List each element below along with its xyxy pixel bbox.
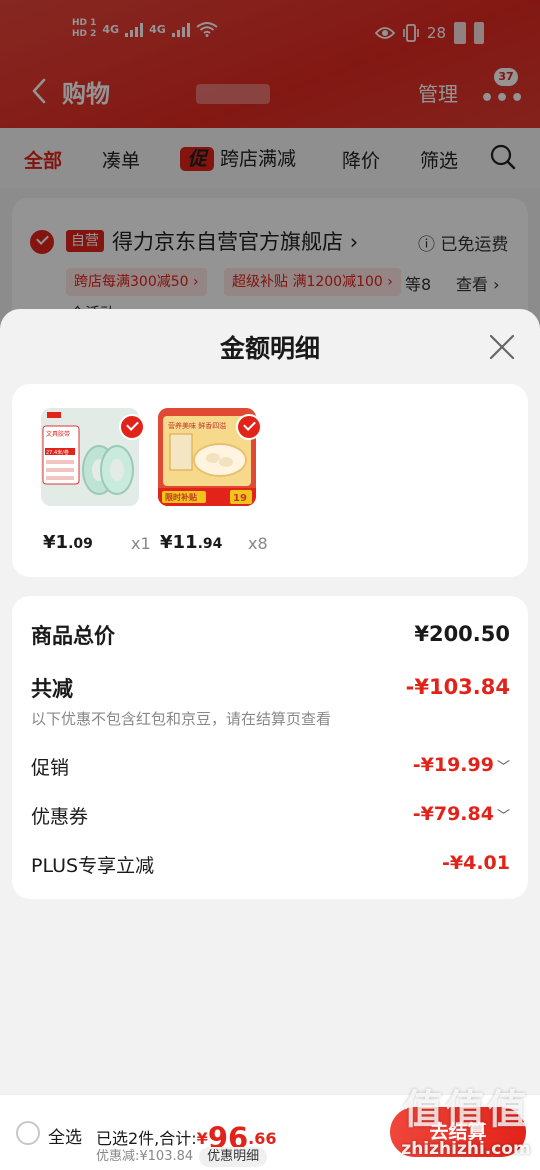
promotion-value: -¥19.99 xyxy=(412,754,494,776)
total-reduce-label: 共减 xyxy=(31,677,73,701)
coupon-value-row[interactable]: -¥79.84 ﹀ xyxy=(413,803,510,825)
item-checked-icon xyxy=(119,414,145,440)
item-price-int: ¥1 xyxy=(43,532,69,553)
site-watermark: 值值值 zhizhizhi.com xyxy=(396,1080,536,1168)
promotion-value-row[interactable]: -¥19.99 ﹀ xyxy=(413,754,510,776)
discount-summary: 优惠减:¥103.84 优惠明细 xyxy=(96,1145,268,1167)
promotion-label: 促销 xyxy=(31,757,70,779)
select-all-label[interactable]: 全选 xyxy=(48,1123,82,1148)
discount-amount-text: 优惠减:¥103.84 xyxy=(96,1149,194,1164)
total-reduce-value: -¥103.84 xyxy=(405,675,510,699)
watermark-logo: 值值值 xyxy=(403,1087,529,1133)
item-price-int: ¥11 xyxy=(160,532,198,553)
close-icon[interactable] xyxy=(488,333,516,361)
sheet-title: 金额明细 xyxy=(219,334,320,363)
thumb-text: 19 xyxy=(233,493,247,504)
plus-discount-value: -¥4.01 xyxy=(442,852,510,874)
coupon-value: -¥79.84 xyxy=(412,803,494,825)
item-quantity: x8 xyxy=(248,534,268,553)
price-breakdown-card: 商品总价 ¥200.50 共减 -¥103.84 以下优惠不包含红包和京豆，请在… xyxy=(12,596,528,899)
thumb-text: 营养美味 鲜香四溢 xyxy=(168,421,226,430)
discount-note: 以下优惠不包含红包和京豆，请在结算页查看 xyxy=(31,710,332,728)
goods-item[interactable]: 营养美味 鲜香四溢 限时补贴 19 ¥11.94 x8 xyxy=(158,408,268,558)
item-quantity: x1 xyxy=(131,534,151,553)
item-price-dec: .94 xyxy=(197,536,223,552)
item-price: ¥11.94 xyxy=(160,532,222,553)
chevron-down-icon: ﹀ xyxy=(496,760,510,775)
thumb-text: 限时补贴 xyxy=(165,492,197,502)
goods-card: 文具胶带 27.4米/卷 ¥1.09 x1 营养美味 鲜香四溢 限时补贴 19 … xyxy=(12,384,528,577)
total-price-value: ¥200.50 xyxy=(414,622,510,646)
item-price-dec: .09 xyxy=(68,536,93,552)
goods-item[interactable]: 文具胶带 27.4米/卷 ¥1.09 x1 xyxy=(41,408,151,558)
amount-detail-sheet: 金额明细 文具胶带 27.4米/卷 ¥1.09 x1 营养美味 鲜香四溢 限时补… xyxy=(0,309,540,1170)
thumb-text: 27.4米/卷 xyxy=(46,449,69,456)
item-price: ¥1.09 xyxy=(43,532,93,553)
item-checked-icon xyxy=(236,414,262,440)
coupon-label: 优惠券 xyxy=(31,806,89,828)
watermark-url: zhizhizhi.com xyxy=(401,1139,531,1159)
plus-discount-label: PLUS专享立减 xyxy=(31,855,155,877)
chevron-down-icon: ﹀ xyxy=(496,809,510,824)
discount-detail-button[interactable]: 优惠明细 xyxy=(199,1147,268,1167)
thumb-text: 文具胶带 xyxy=(46,430,70,438)
total-price-label: 商品总价 xyxy=(31,624,115,648)
select-all-radio[interactable] xyxy=(16,1121,40,1145)
